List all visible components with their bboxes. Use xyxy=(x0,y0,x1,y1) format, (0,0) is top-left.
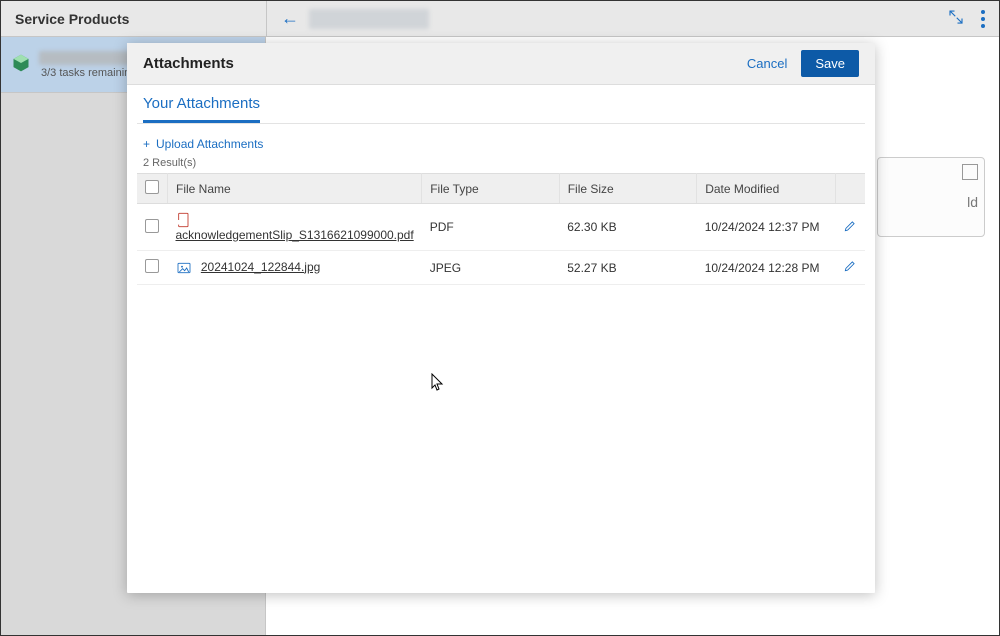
package-icon xyxy=(11,53,31,76)
upload-label: Upload Attachments xyxy=(156,137,263,151)
background-card-fragment: ld xyxy=(877,157,985,237)
file-name-link[interactable]: 20241024_122844.jpg xyxy=(201,260,320,274)
attachments-table: File Name File Type File Size Date Modif… xyxy=(137,173,865,285)
file-size-cell: 62.30 KB xyxy=(559,204,696,251)
redacted-title xyxy=(309,9,429,29)
redacted-item-title xyxy=(39,51,134,65)
plus-icon: + xyxy=(143,137,150,151)
attachments-modal: Attachments Cancel Save Your Attachments… xyxy=(127,43,875,593)
table-row: acknowledgementSlip_S1316621099000.pdf P… xyxy=(137,204,865,251)
back-arrow-icon[interactable]: ← xyxy=(277,4,303,33)
modal-title: Attachments xyxy=(143,55,747,72)
upload-attachments-link[interactable]: + Upload Attachments xyxy=(143,137,263,151)
pdf-file-icon xyxy=(176,212,192,228)
date-modified-cell: 10/24/2024 12:37 PM xyxy=(697,204,835,251)
row-checkbox[interactable] xyxy=(145,219,159,233)
edit-icon[interactable] xyxy=(843,222,857,236)
modal-header: Attachments Cancel Save xyxy=(127,43,875,85)
kebab-menu-icon[interactable] xyxy=(977,6,989,32)
file-type-cell: PDF xyxy=(422,204,560,251)
page-title: Service Products xyxy=(1,11,266,27)
modal-tabs: Your Attachments xyxy=(137,85,865,124)
col-file-size[interactable]: File Size xyxy=(559,174,696,204)
result-count: 2 Result(s) xyxy=(137,157,865,173)
table-row: 20241024_122844.jpg JPEG 52.27 KB 10/24/… xyxy=(137,251,865,285)
image-file-icon xyxy=(176,260,192,276)
col-file-name[interactable]: File Name xyxy=(168,174,422,204)
file-name-link[interactable]: acknowledgementSlip_S1316621099000.pdf xyxy=(176,228,414,242)
save-button[interactable]: Save xyxy=(801,50,859,77)
date-modified-cell: 10/24/2024 12:28 PM xyxy=(697,251,835,285)
expand-icon[interactable] xyxy=(947,8,965,29)
file-size-cell: 52.27 KB xyxy=(559,251,696,285)
row-checkbox[interactable] xyxy=(145,259,159,273)
col-file-type[interactable]: File Type xyxy=(422,174,560,204)
select-all-checkbox[interactable] xyxy=(145,180,159,194)
file-type-cell: JPEG xyxy=(422,251,560,285)
top-bar: Service Products ← xyxy=(1,1,999,37)
col-date-modified[interactable]: Date Modified xyxy=(697,174,835,204)
cancel-button[interactable]: Cancel xyxy=(747,56,787,71)
tab-your-attachments[interactable]: Your Attachments xyxy=(143,95,260,123)
top-bar-main: ← xyxy=(266,1,999,36)
edit-icon[interactable] xyxy=(843,262,857,276)
